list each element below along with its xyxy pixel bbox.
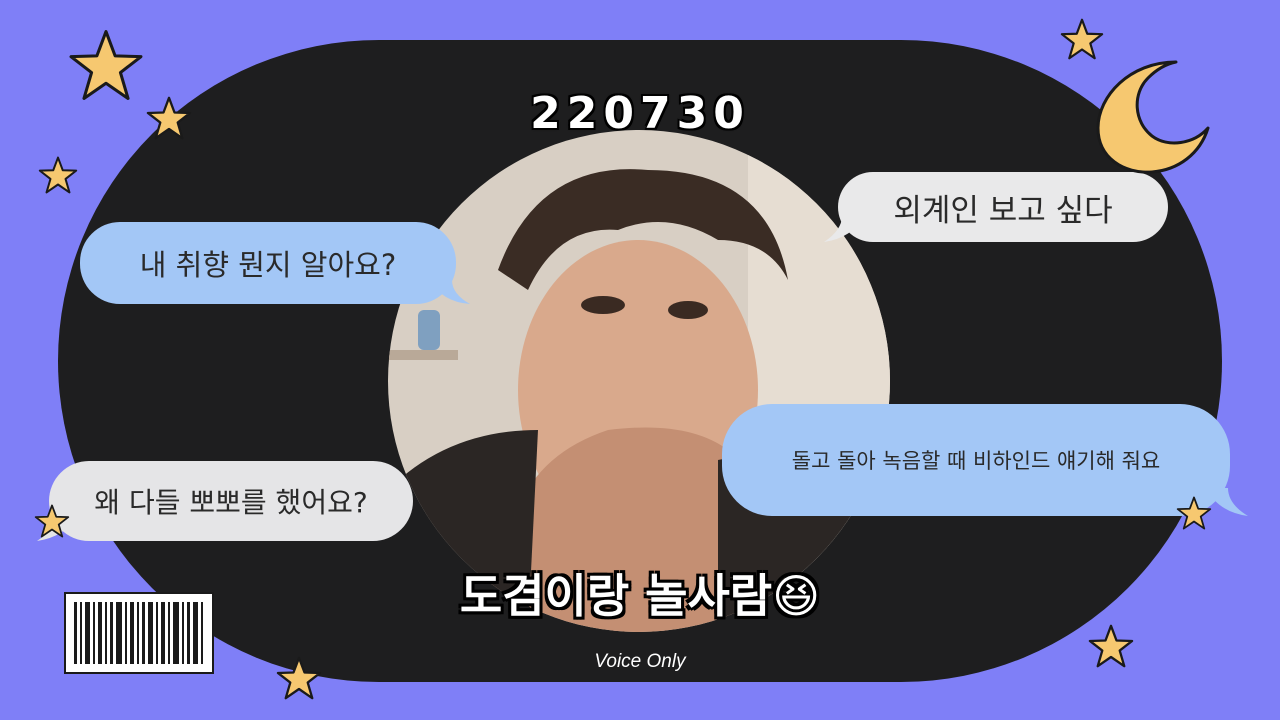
star-icon <box>1176 496 1212 530</box>
date-label: 220730 <box>530 88 750 139</box>
bubble-tail <box>1206 488 1248 516</box>
crescent-moon-icon <box>1096 60 1210 174</box>
chat-bubble-1: 내 취향 뭔지 알아요? <box>80 222 470 304</box>
star-icon <box>34 504 70 538</box>
laughing-emoji-icon: 😆 <box>772 569 821 623</box>
chat-bubble-text: 외계인 보고 싶다 <box>893 192 1113 229</box>
chat-bubble-text: 돌고 돌아 녹음할 때 비하인드 얘기해 줘요 <box>791 449 1161 473</box>
star-icon <box>38 156 78 194</box>
portrait-photo <box>388 130 890 632</box>
bubble-tail <box>824 216 864 242</box>
chat-bubble-4: 돌고 돌아 녹음할 때 비하인드 얘기해 줘요 <box>722 404 1248 516</box>
star-icon <box>1060 18 1104 60</box>
star-icon <box>146 96 192 140</box>
barcode-icon <box>64 592 214 674</box>
star-icon <box>1088 624 1134 668</box>
chat-bubble-text: 왜 다들 뽀뽀를 했어요? <box>94 486 368 519</box>
star-icon <box>276 656 322 700</box>
caption-text: 도겸이랑 놀사람 <box>459 569 773 623</box>
star-icon <box>69 30 143 100</box>
bubble-tail <box>430 280 470 304</box>
chat-bubble-text: 내 취향 뭔지 알아요? <box>139 248 397 282</box>
chat-bubble-3: 왜 다들 뽀뽀를 했어요? <box>37 461 413 541</box>
chat-bubble-2: 외계인 보고 싶다 <box>824 172 1168 242</box>
